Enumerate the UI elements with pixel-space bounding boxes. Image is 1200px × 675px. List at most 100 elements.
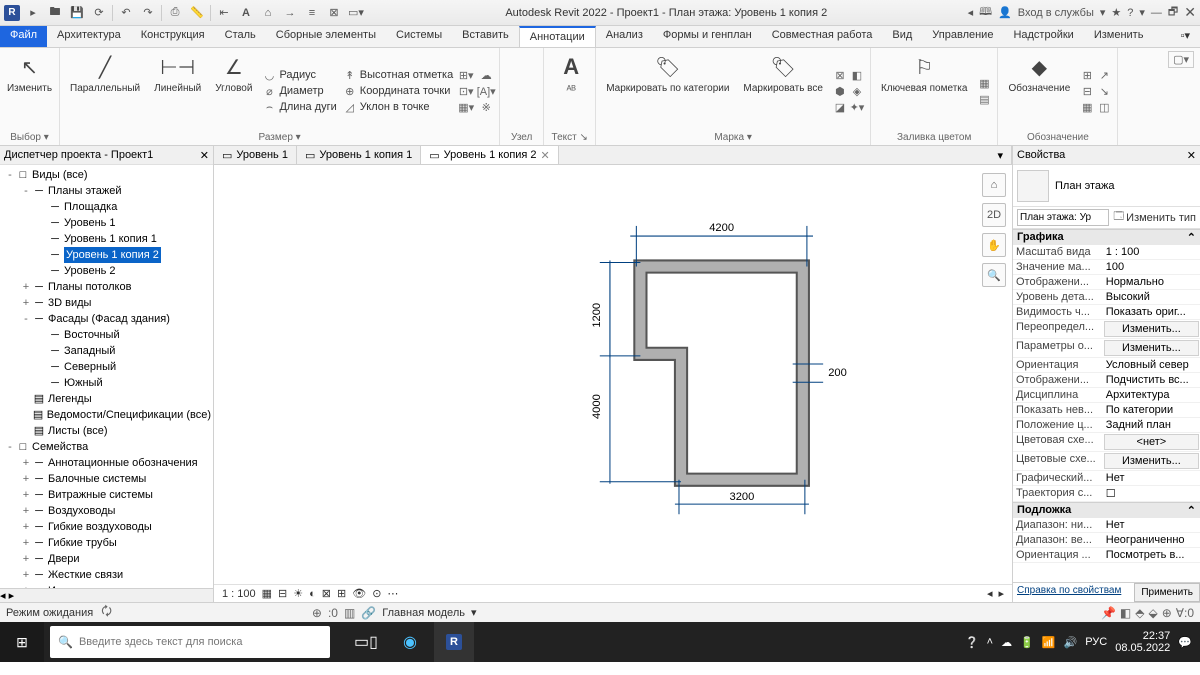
region-icon[interactable]: ⊡▾: [459, 84, 473, 98]
prop-row[interactable]: Уровень дета...Высокий: [1013, 290, 1200, 305]
prop-row[interactable]: Показать нев...По категории: [1013, 403, 1200, 418]
tab-архитектура[interactable]: Архитектура: [47, 26, 131, 47]
fill-mini2[interactable]: ▤: [977, 92, 991, 106]
view-tab[interactable]: ▭Уровень 1 копия 1: [297, 146, 421, 164]
tab-совместная работа[interactable]: Совместная работа: [762, 26, 883, 47]
properties-type[interactable]: План этажа: [1013, 165, 1200, 207]
tree-item[interactable]: +─3D виды: [0, 295, 213, 311]
project-tree[interactable]: -□Виды (все)-─Планы этажей─Площадка─Уров…: [0, 165, 213, 588]
tab-сталь[interactable]: Сталь: [215, 26, 266, 47]
arrow-icon[interactable]: →: [281, 4, 299, 22]
open-icon[interactable]: ▸: [24, 4, 42, 22]
scroll-right-icon[interactable]: ▸: [998, 587, 1004, 600]
angular-button[interactable]: ∠Угловой: [211, 51, 256, 131]
tab-конструкция[interactable]: Конструкция: [131, 26, 215, 47]
spot-coord-button[interactable]: ⊕Координата точки: [343, 84, 453, 98]
tree-item[interactable]: ─Южный: [0, 375, 213, 391]
prop-row[interactable]: Положение ц...Задний план: [1013, 418, 1200, 433]
tree-item[interactable]: +─Гибкие трубы: [0, 535, 213, 551]
shadow-icon[interactable]: ◐: [309, 588, 316, 600]
linear-button[interactable]: ⊢⊣Линейный: [150, 51, 205, 131]
thin-lines-icon[interactable]: ≡: [303, 4, 321, 22]
search-box[interactable]: 🔍 Введите здесь текст для поиска: [50, 626, 330, 658]
sym-mini1[interactable]: ⊞↗: [1080, 68, 1111, 82]
cloud-icon[interactable]: ☁: [479, 68, 493, 82]
tag-mini3[interactable]: ◪✦▾: [833, 100, 864, 114]
parallel-button[interactable]: ╱Параллельный: [66, 51, 144, 131]
close-view-icon[interactable]: ⊠: [325, 4, 343, 22]
crop-region-icon[interactable]: ⊞: [337, 587, 346, 600]
panel-title[interactable]: Размер ▾: [66, 131, 493, 144]
view-tab-menu[interactable]: ▾: [989, 146, 1012, 164]
tree-item[interactable]: ─Северный: [0, 359, 213, 375]
panel-title[interactable]: Марка ▾: [602, 131, 864, 144]
diameter-button[interactable]: ⌀Диаметр: [262, 84, 336, 98]
sym-mini2[interactable]: ⊟↘: [1080, 84, 1111, 98]
lang-indicator[interactable]: РУС: [1085, 636, 1107, 648]
tree-item[interactable]: +─Балочные системы: [0, 471, 213, 487]
text-button[interactable]: Aᴬᴮ: [550, 51, 592, 131]
scrollbar[interactable]: ◂ ▸: [0, 588, 213, 602]
tree-item[interactable]: +─Гибкие воздуховоды: [0, 519, 213, 535]
redo-icon[interactable]: ↷: [139, 4, 157, 22]
detail-level-icon[interactable]: ▦: [262, 587, 272, 600]
tree-item[interactable]: -─Фасады (Фасад здания): [0, 311, 213, 327]
insulation-icon[interactable]: ※: [479, 100, 493, 114]
visual-style-icon[interactable]: ⊟: [278, 587, 287, 600]
scale-display[interactable]: 1 : 100: [222, 588, 256, 600]
panel-title[interactable]: Текст ↘: [550, 131, 589, 144]
prop-row[interactable]: Переопредел...Изменить...: [1013, 320, 1200, 339]
revit-logo[interactable]: R: [4, 5, 20, 21]
hide-icon[interactable]: 👁: [352, 587, 366, 600]
tab-анализ[interactable]: Анализ: [596, 26, 653, 47]
arc-length-button[interactable]: ⌢Длина дуги: [262, 100, 336, 114]
ribbon-collapse-icon[interactable]: ▢▾: [1168, 51, 1194, 68]
prop-row[interactable]: ОриентацияУсловный север: [1013, 358, 1200, 373]
prop-row[interactable]: Траектория с...☐: [1013, 486, 1200, 502]
taskview-icon[interactable]: ▭▯: [346, 622, 386, 662]
tree-item[interactable]: +─Жесткие связи: [0, 567, 213, 583]
nav-pan-icon[interactable]: ✋: [982, 233, 1006, 257]
print-icon[interactable]: ⎙: [166, 4, 184, 22]
close-icon[interactable]: ✕: [200, 149, 209, 162]
nav-left-icon[interactable]: ◂: [968, 6, 974, 19]
help-tray-icon[interactable]: ❔: [965, 636, 979, 649]
tab-формы и генплан[interactable]: Формы и генплан: [653, 26, 762, 47]
main-model[interactable]: Главная модель: [382, 607, 465, 619]
tree-item[interactable]: +─Аннотационные обозначения: [0, 455, 213, 471]
worksharing-icon[interactable]: 🗘: [101, 602, 112, 623]
reveal-icon[interactable]: ⊙: [372, 587, 381, 600]
filter-icon[interactable]: ▥: [344, 606, 355, 620]
tree-item[interactable]: ─Уровень 1 копия 1: [0, 231, 213, 247]
maximize-icon[interactable]: 🗗: [1168, 3, 1178, 22]
prop-row[interactable]: Диапазон: ни...Нет: [1013, 518, 1200, 533]
prop-row[interactable]: Значение ма...100: [1013, 260, 1200, 275]
view-tab[interactable]: ▭Уровень 1 копия 2✕: [421, 146, 559, 164]
battery-icon[interactable]: 🔋: [1020, 636, 1034, 649]
spot-elevation-button[interactable]: ↟Высотная отметка: [343, 68, 453, 82]
tree-item[interactable]: ─Уровень 1: [0, 215, 213, 231]
tag-mini2[interactable]: ⬢◈: [833, 84, 864, 98]
measure-icon[interactable]: 📏: [188, 4, 206, 22]
select-link-icon[interactable]: ⬘: [1135, 606, 1144, 620]
close-icon[interactable]: ✕: [1184, 4, 1196, 21]
tree-item[interactable]: ─Уровень 1 копия 2: [0, 247, 213, 263]
wifi-icon[interactable]: 📶: [1042, 636, 1056, 649]
undo-icon[interactable]: ↶: [117, 4, 135, 22]
sync-icon[interactable]: ⟳: [90, 4, 108, 22]
tab-вставить[interactable]: Вставить: [452, 26, 519, 47]
prop-group[interactable]: Подложка⌃: [1013, 502, 1200, 518]
tree-item[interactable]: +─Двери: [0, 551, 213, 567]
prop-row[interactable]: Ориентация ...Посмотреть в...: [1013, 548, 1200, 563]
tag-all-button[interactable]: 🏷Маркировать все: [739, 51, 827, 131]
tree-item[interactable]: ▤Легенды: [0, 391, 213, 407]
tree-item[interactable]: ─Уровень 2: [0, 263, 213, 279]
dimension-icon[interactable]: ⇤: [215, 4, 233, 22]
tab-надстройки[interactable]: Надстройки: [1003, 26, 1083, 47]
model-icon[interactable]: ⊕: [312, 606, 322, 620]
close-icon[interactable]: ✕: [541, 149, 550, 162]
drawing-canvas[interactable]: 4200 1200 4000 200 3200: [214, 165, 1012, 584]
tab-изменить[interactable]: Изменить: [1084, 26, 1154, 47]
tab-вид[interactable]: Вид: [882, 26, 922, 47]
fill-mini1[interactable]: ▦: [977, 76, 991, 90]
